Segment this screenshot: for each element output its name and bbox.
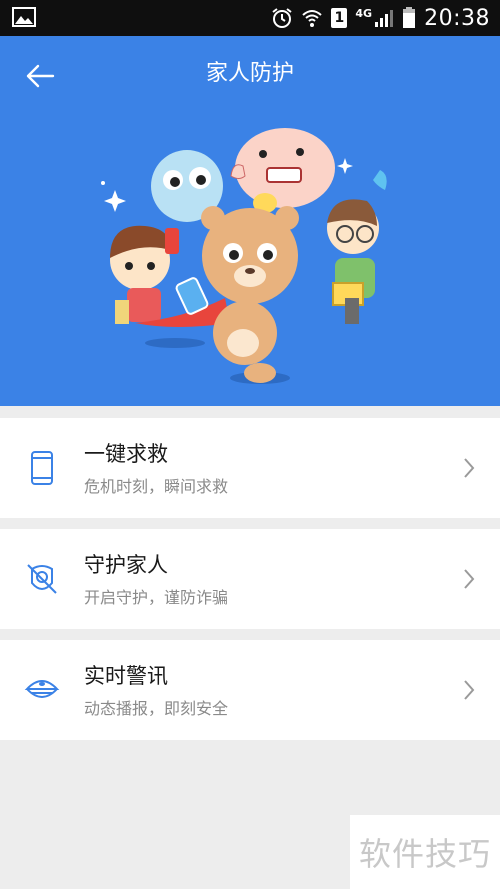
- alarm-icon: [272, 8, 293, 28]
- police-cap-icon: [22, 670, 62, 710]
- item-label: 一键求救: [84, 442, 168, 466]
- sim-indicator: 1: [331, 8, 348, 28]
- item-label: 实时警讯: [84, 664, 168, 688]
- status-bar: 1 4G 20:38: [0, 0, 500, 36]
- network-type: 4G: [355, 6, 373, 20]
- item-subtitle: 危机时刻，瞬间求救: [84, 477, 229, 496]
- clock: 20:38: [424, 5, 490, 31]
- item-subtitle: 开启守护，谨防诈骗: [84, 588, 229, 607]
- watermark: 软件技巧: [350, 815, 500, 889]
- family-illustration: [101, 128, 387, 384]
- guard-family-item[interactable]: 守护家人 开启守护，谨防诈骗: [0, 529, 500, 629]
- hero-banner: 家人防护: [0, 36, 500, 406]
- page-title: 家人防护: [205, 61, 294, 86]
- wifi-icon: [302, 10, 323, 27]
- realtime-alerts-item[interactable]: 实时警讯 动态播报，即刻安全: [0, 640, 500, 740]
- chevron-right-icon: [464, 680, 475, 700]
- signal-icon: [375, 10, 394, 27]
- item-label: 守护家人: [84, 553, 168, 577]
- gallery-icon: [12, 7, 36, 27]
- battery-icon: [403, 7, 416, 28]
- one-click-help-item[interactable]: 一键求救 危机时刻，瞬间求救: [0, 418, 500, 518]
- chevron-right-icon: [464, 458, 475, 478]
- shield-guard-icon: [22, 559, 62, 599]
- phone-icon: [22, 448, 62, 488]
- chevron-right-icon: [464, 569, 475, 589]
- item-subtitle: 动态播报，即刻安全: [84, 699, 229, 718]
